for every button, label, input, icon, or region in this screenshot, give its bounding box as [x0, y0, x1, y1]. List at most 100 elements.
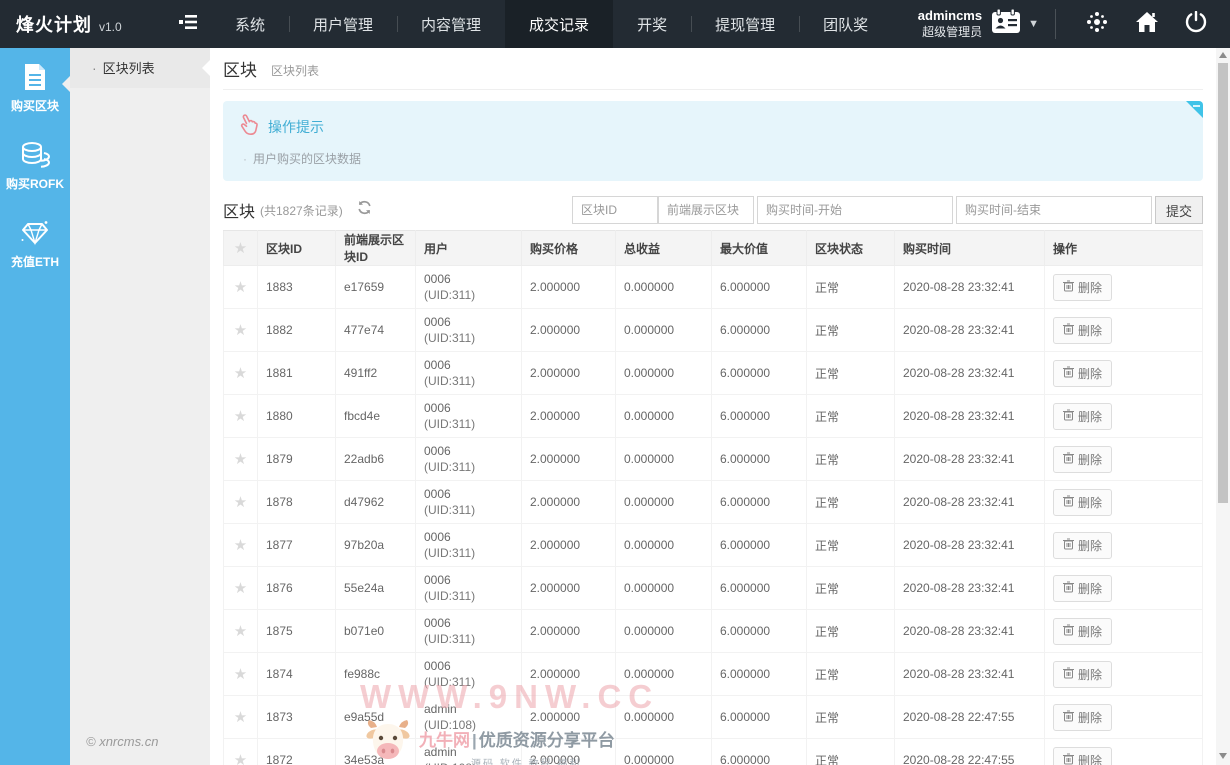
cell-action: 删除 — [1045, 352, 1203, 395]
favorite-star-icon[interactable]: ★ — [224, 739, 258, 765]
nav-item-系统[interactable]: 系统 — [211, 0, 289, 48]
col-price: 购买价格 — [522, 231, 616, 266]
delete-button[interactable]: 删除 — [1053, 360, 1112, 387]
col-block-id: 区块ID — [258, 231, 336, 266]
cell-status: 正常 — [807, 395, 895, 438]
sidebar-item-充值ETH[interactable]: 充值ETH — [0, 204, 70, 282]
trash-icon — [1063, 452, 1074, 467]
cell-status: 正常 — [807, 309, 895, 352]
star-column-header: ★ — [224, 231, 258, 266]
scroll-down-arrow[interactable] — [1219, 753, 1227, 759]
user-name-text: 0006 — [424, 315, 513, 329]
time-end-input[interactable] — [956, 196, 1152, 224]
cell-block-id: 1879 — [258, 438, 336, 481]
table-row: ★ 1879 22adb6 0006 (UID:311) 2.000000 0.… — [224, 438, 1203, 481]
time-start-input[interactable] — [757, 196, 953, 224]
chevron-down-icon: ▼ — [1028, 18, 1039, 30]
cell-income: 0.000000 — [616, 739, 712, 765]
user-name-text: 0006 — [424, 444, 513, 458]
cell-max-value: 6.000000 — [712, 352, 807, 395]
delete-button[interactable]: 删除 — [1053, 403, 1112, 430]
alert-collapse-toggle[interactable] — [1186, 101, 1203, 118]
table-header-row: ★ 区块ID 前端展示区块ID 用户 购买价格 总收益 最大价值 区块状态 购买… — [224, 231, 1203, 266]
nav-item-成交记录[interactable]: 成交记录 — [505, 0, 613, 48]
cell-max-value: 6.000000 — [712, 438, 807, 481]
table-row: ★ 1876 55e24a 0006 (UID:311) 2.000000 0.… — [224, 567, 1203, 610]
col-front-id: 前端展示区块ID — [336, 231, 416, 266]
cell-price: 2.000000 — [522, 567, 616, 610]
delete-button[interactable]: 删除 — [1053, 618, 1112, 645]
cell-purchase-time: 2020-08-28 23:32:41 — [895, 438, 1045, 481]
trash-icon — [1063, 538, 1074, 553]
user-name-text: 0006 — [424, 616, 513, 630]
nav-item-用户管理[interactable]: 用户管理 — [289, 0, 397, 48]
record-count: (共1827条记录) — [260, 202, 343, 219]
nav-item-内容管理[interactable]: 内容管理 — [397, 0, 505, 48]
trash-icon — [1063, 323, 1074, 338]
cell-status: 正常 — [807, 739, 895, 765]
delete-button[interactable]: 删除 — [1053, 489, 1112, 516]
favorite-star-icon[interactable]: ★ — [224, 524, 258, 567]
refresh-button[interactable] — [357, 200, 372, 220]
favorite-star-icon[interactable]: ★ — [224, 266, 258, 309]
cell-action: 删除 — [1045, 739, 1203, 765]
cell-action: 删除 — [1045, 309, 1203, 352]
front-block-input[interactable] — [658, 196, 754, 224]
cell-action: 删除 — [1045, 610, 1203, 653]
cell-front-id: 477e74 — [336, 309, 416, 352]
favorite-star-icon[interactable]: ★ — [224, 567, 258, 610]
delete-button[interactable]: 删除 — [1053, 532, 1112, 559]
cell-front-id: 22adb6 — [336, 438, 416, 481]
scrollbar-thumb[interactable] — [1218, 63, 1228, 503]
delete-button[interactable]: 删除 — [1053, 446, 1112, 473]
block-id-input[interactable] — [572, 196, 658, 224]
user-menu[interactable]: admincms 超级管理员 ▼ — [918, 8, 1039, 39]
cell-income: 0.000000 — [616, 653, 712, 696]
delete-button[interactable]: 删除 — [1053, 575, 1112, 602]
cell-income: 0.000000 — [616, 352, 712, 395]
delete-button[interactable]: 删除 — [1053, 317, 1112, 344]
delete-button[interactable]: 删除 — [1053, 747, 1112, 765]
cell-block-id: 1882 — [258, 309, 336, 352]
submit-button[interactable]: 提交 — [1155, 196, 1203, 224]
sidebar-item-block-list[interactable]: ·区块列表 — [70, 48, 210, 88]
delete-label: 删除 — [1078, 408, 1102, 425]
sidebar-item-购买区块[interactable]: 购买区块 — [0, 48, 70, 126]
nav-item-团队奖[interactable]: 团队奖 — [799, 0, 892, 48]
vertical-scrollbar[interactable] — [1216, 48, 1230, 765]
nav-item-开奖[interactable]: 开奖 — [613, 0, 691, 48]
cell-block-id: 1877 — [258, 524, 336, 567]
delete-label: 删除 — [1078, 752, 1102, 765]
delete-button[interactable]: 删除 — [1053, 704, 1112, 731]
favorite-star-icon[interactable]: ★ — [224, 696, 258, 739]
cell-block-id: 1881 — [258, 352, 336, 395]
nav-item-提现管理[interactable]: 提现管理 — [691, 0, 799, 48]
delete-button[interactable]: 删除 — [1053, 274, 1112, 301]
submenu-bullet: · — [92, 60, 97, 76]
cell-max-value: 6.000000 — [712, 309, 807, 352]
user-name-text: 0006 — [424, 659, 513, 673]
cell-status: 正常 — [807, 481, 895, 524]
favorite-star-icon[interactable]: ★ — [224, 352, 258, 395]
favorite-star-icon[interactable]: ★ — [224, 653, 258, 696]
user-name: admincms — [918, 8, 982, 24]
favorite-star-icon[interactable]: ★ — [224, 438, 258, 481]
scroll-up-arrow[interactable] — [1219, 52, 1227, 58]
favorite-star-icon[interactable]: ★ — [224, 610, 258, 653]
delete-button[interactable]: 删除 — [1053, 661, 1112, 688]
cell-price: 2.000000 — [522, 610, 616, 653]
trash-icon — [1063, 495, 1074, 510]
table-row: ★ 1882 477e74 0006 (UID:311) 2.000000 0.… — [224, 309, 1203, 352]
cell-max-value: 6.000000 — [712, 266, 807, 309]
favorite-star-icon[interactable]: ★ — [224, 481, 258, 524]
sidebar-toggle-button[interactable] — [165, 0, 211, 48]
home-button[interactable] — [1122, 11, 1172, 38]
user-uid-text: (UID:311) — [424, 675, 513, 689]
clear-cache-button[interactable] — [1072, 10, 1122, 39]
sidebar-item-购买ROFK[interactable]: 购买ROFK — [0, 126, 70, 204]
favorite-star-icon[interactable]: ★ — [224, 395, 258, 438]
logout-button[interactable] — [1172, 11, 1220, 38]
page-title: 区块 — [223, 56, 257, 81]
favorite-star-icon[interactable]: ★ — [224, 309, 258, 352]
col-time: 购买时间 — [895, 231, 1045, 266]
